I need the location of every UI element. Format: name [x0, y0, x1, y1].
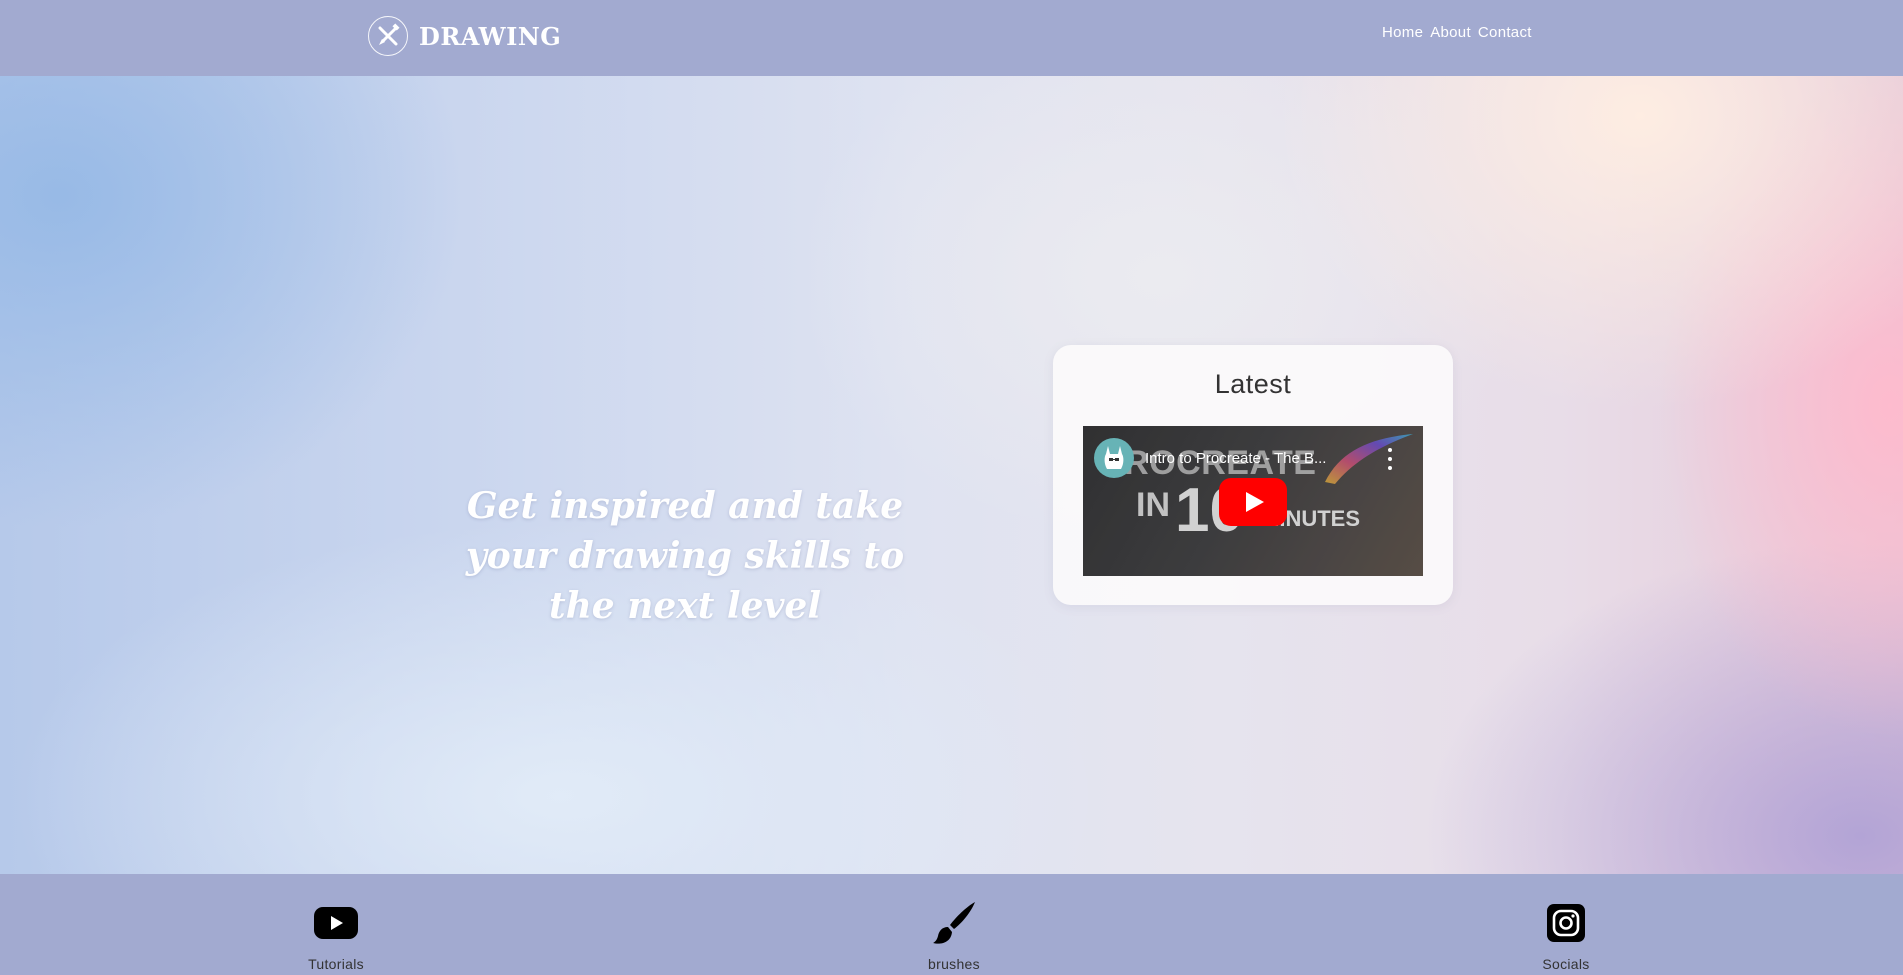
main-nav: Home About Contact [1382, 24, 1532, 41]
video-title[interactable]: Intro to Procreate - The B... [1145, 450, 1363, 467]
more-vert-icon[interactable] [1385, 448, 1395, 470]
footer-label-socials[interactable]: Socials [1486, 956, 1646, 972]
footer-label-tutorials[interactable]: Tutorials [256, 956, 416, 972]
hero-headline: Get inspired and take your drawing skill… [465, 485, 905, 627]
paintbrush-icon[interactable] [932, 902, 976, 944]
latest-card: Latest PROCREATE IN 10 MINUTES Intro to … [1053, 345, 1453, 605]
crossed-pencil-brush-icon [368, 16, 408, 56]
site-footer: Tutorials brushes Socials [0, 874, 1903, 975]
youtube-icon[interactable] [314, 902, 358, 944]
nav-about[interactable]: About [1430, 24, 1471, 41]
footer-item-tutorials[interactable]: Tutorials [256, 874, 416, 975]
footer-label-brushes[interactable]: brushes [874, 956, 1034, 972]
footer-item-brushes[interactable]: brushes [874, 874, 1034, 975]
youtube-play-icon[interactable] [1219, 478, 1287, 526]
hero-section: Get inspired and take your drawing skill… [0, 76, 1903, 874]
nav-contact[interactable]: Contact [1478, 24, 1532, 41]
latest-title: Latest [1214, 369, 1292, 399]
site-logo-text: DRAWING [419, 21, 562, 51]
video-embed[interactable]: PROCREATE IN 10 MINUTES Intro to Procrea… [1083, 426, 1423, 576]
llama-avatar-icon[interactable] [1094, 438, 1134, 478]
footer-item-socials[interactable]: Socials [1486, 874, 1646, 975]
nav-home[interactable]: Home [1382, 24, 1423, 41]
site-logo[interactable]: DRAWING [368, 15, 561, 57]
instagram-icon[interactable] [1544, 902, 1588, 944]
site-header: DRAWING Home About Contact [0, 0, 1903, 76]
